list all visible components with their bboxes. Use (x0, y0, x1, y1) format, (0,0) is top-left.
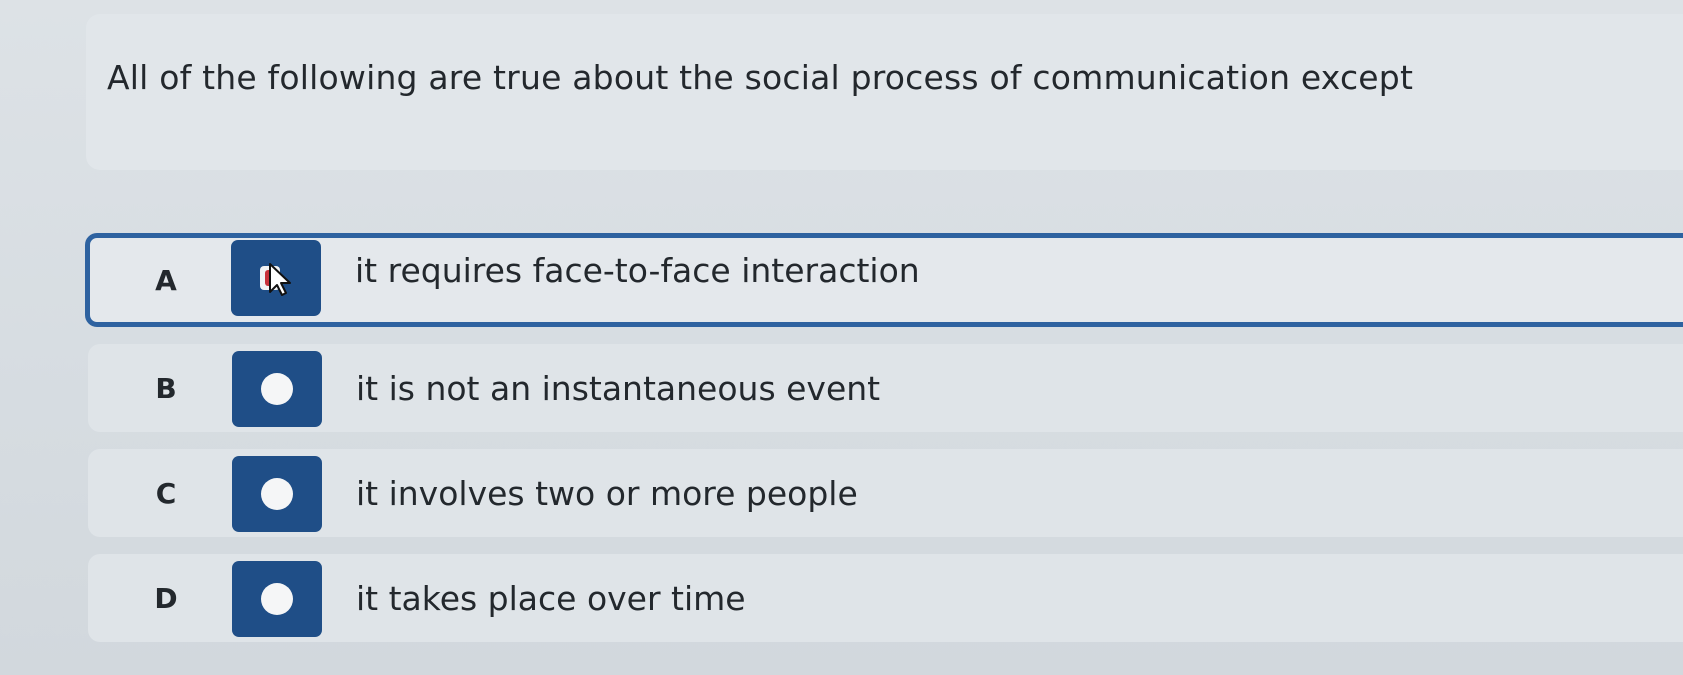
option-radio-b[interactable] (232, 351, 322, 427)
option-text: it requires face-to-face interaction (355, 250, 920, 290)
question-text: All of the following are true about the … (107, 58, 1414, 97)
option-d[interactable]: D it takes place over time (88, 554, 1683, 642)
option-radio-d[interactable] (232, 561, 322, 637)
option-letter: C (155, 476, 177, 510)
radio-dot-icon (261, 583, 293, 615)
option-c[interactable]: C it involves two or more people (88, 449, 1683, 537)
option-a[interactable]: A it requires face-to-face interaction (85, 233, 1683, 327)
option-radio-c[interactable] (232, 456, 322, 532)
option-radio-a[interactable] (231, 240, 321, 316)
option-text: it is not an instantaneous event (356, 368, 881, 408)
option-text: it involves two or more people (356, 473, 858, 513)
option-letter: D (154, 581, 178, 615)
option-text: it takes place over time (356, 578, 746, 618)
radio-dot-icon (261, 373, 293, 405)
option-letter: A (155, 263, 177, 297)
option-letter: B (155, 371, 177, 405)
answer-options: A it requires face-to-face interaction B… (85, 233, 1683, 659)
option-b[interactable]: B it is not an instantaneous event (88, 344, 1683, 432)
radio-dot-icon (261, 478, 293, 510)
mouse-pointer-icon (260, 263, 291, 296)
